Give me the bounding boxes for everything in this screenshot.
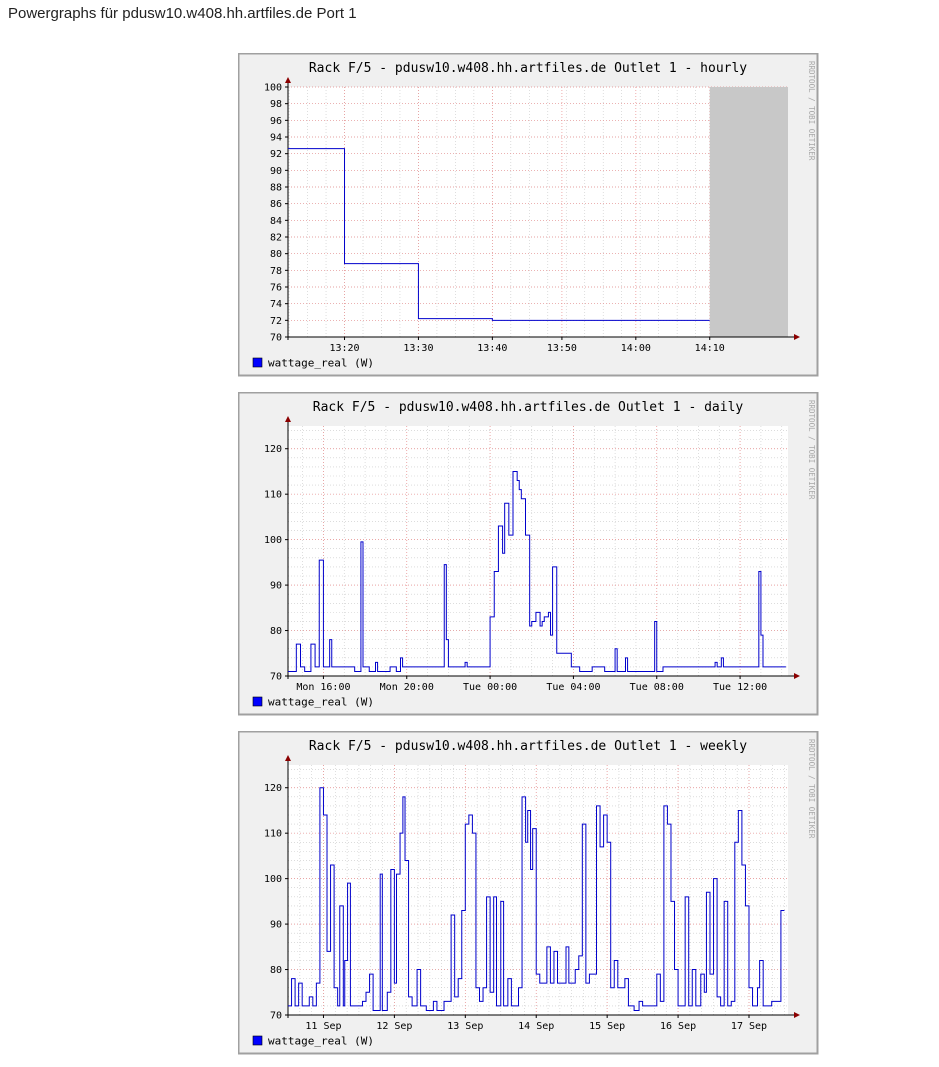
weekly-graph: 70 80 90 100 110 120 11 Sep 12 Sep 13 Sep 14 Sep 1…	[238, 731, 819, 1055]
hourly-xtick-label: 14:00	[621, 343, 651, 354]
weekly-xtick-label: 15 Sep	[589, 1021, 625, 1032]
hourly-ytick-label: 82	[270, 233, 282, 244]
daily-ytick-label: 80	[270, 626, 282, 637]
daily-legend-label: wattage_real (W)	[268, 696, 374, 709]
hourly-xtick-label: 13:50	[547, 343, 577, 354]
weekly-ytick-label: 110	[264, 829, 282, 840]
daily-xtick-label: Mon 16:00	[296, 682, 350, 693]
hourly-ytick-label: 86	[270, 199, 282, 210]
weekly-legend-swatch	[252, 1035, 263, 1046]
hourly-ytick-label: 74	[270, 299, 282, 310]
hourly-ytick-label: 80	[270, 249, 282, 260]
hourly-ytick-label: 94	[270, 133, 282, 144]
daily-ytick-label: 100	[264, 535, 282, 546]
weekly-xtick-label: 12 Sep	[376, 1021, 412, 1032]
weekly-xtick-label: 13 Sep	[447, 1021, 483, 1032]
hourly-xtick-label: 13:30	[403, 343, 433, 354]
hourly-chart-svg: 70 72 74 76 78 80 82 84 86 88 90 92 94 96 98 100 13:20 13…	[238, 53, 819, 377]
hourly-xtick-label: 13:20	[329, 343, 359, 354]
weekly-xtick-label: 17 Sep	[731, 1021, 767, 1032]
hourly-future-shade	[709, 87, 788, 337]
daily-xtick-label: Mon 20:00	[380, 682, 434, 693]
daily-xtick-label: Tue 00:00	[463, 682, 517, 693]
hourly-ytick-label: 84	[270, 216, 282, 227]
daily-chart-title: Rack F/5 - pdusw10.w408.hh.artfiles.de O…	[313, 400, 744, 415]
hourly-ytick-label: 92	[270, 149, 282, 160]
hourly-chart-title: Rack F/5 - pdusw10.w408.hh.artfiles.de O…	[309, 61, 747, 76]
daily-ytick-label: 120	[264, 444, 282, 455]
weekly-chart-svg: 70 80 90 100 110 120 11 Sep 12 Sep 13 Sep 14 Sep 1…	[238, 731, 819, 1055]
daily-legend-swatch	[252, 696, 263, 707]
hourly-legend-label: wattage_real (W)	[268, 357, 374, 370]
daily-xtick-label: Tue 12:00	[713, 682, 767, 693]
daily-watermark: RRDTOOL / TOBI OETIKER	[807, 400, 816, 500]
hourly-ytick-label: 88	[270, 183, 282, 194]
hourly-xtick-label: 13:40	[477, 343, 507, 354]
hourly-ytick-label: 98	[270, 99, 282, 110]
weekly-watermark: RRDTOOL / TOBI OETIKER	[807, 739, 816, 839]
weekly-legend-label: wattage_real (W)	[268, 1035, 374, 1048]
hourly-ytick-label: 96	[270, 116, 282, 127]
hourly-legend-swatch	[252, 357, 263, 368]
weekly-ytick-label: 90	[270, 920, 282, 931]
weekly-xtick-label: 11 Sep	[305, 1021, 341, 1032]
hourly-ytick-label: 90	[270, 166, 282, 177]
daily-xtick-label: Tue 08:00	[630, 682, 684, 693]
hourly-ytick-label: 70	[270, 333, 282, 344]
hourly-ytick-label: 100	[264, 83, 282, 94]
hourly-ytick-label: 76	[270, 283, 282, 294]
daily-ytick-label: 110	[264, 490, 282, 501]
weekly-ytick-label: 120	[264, 783, 282, 794]
daily-xtick-label: Tue 04:00	[546, 682, 600, 693]
hourly-xtick-label: 14:10	[695, 343, 725, 354]
hourly-ytick-label: 72	[270, 316, 282, 327]
weekly-ytick-label: 70	[270, 1011, 282, 1022]
hourly-graph: 70 72 74 76 78 80 82 84 86 88 90 92 94 96 98 100 13:20 13…	[238, 53, 819, 377]
weekly-xtick-label: 14 Sep	[518, 1021, 554, 1032]
weekly-ytick-label: 80	[270, 965, 282, 976]
daily-graph: 70 80 90 100 110 120 Mon 16:00 Mon 20:00 Tue 00:…	[238, 392, 819, 716]
hourly-ytick-label: 78	[270, 266, 282, 277]
page-heading: Powergraphs für pdusw10.w408.hh.artfiles…	[8, 5, 357, 22]
weekly-plot-area	[288, 765, 788, 1015]
hourly-watermark: RRDTOOL / TOBI OETIKER	[807, 61, 816, 161]
daily-ytick-label: 70	[270, 672, 282, 683]
weekly-chart-title: Rack F/5 - pdusw10.w408.hh.artfiles.de O…	[309, 739, 747, 754]
weekly-xtick-label: 16 Sep	[660, 1021, 696, 1032]
daily-chart-svg: 70 80 90 100 110 120 Mon 16:00 Mon 20:00 Tue 00:…	[238, 392, 819, 716]
daily-ytick-label: 90	[270, 581, 282, 592]
weekly-ytick-label: 100	[264, 874, 282, 885]
